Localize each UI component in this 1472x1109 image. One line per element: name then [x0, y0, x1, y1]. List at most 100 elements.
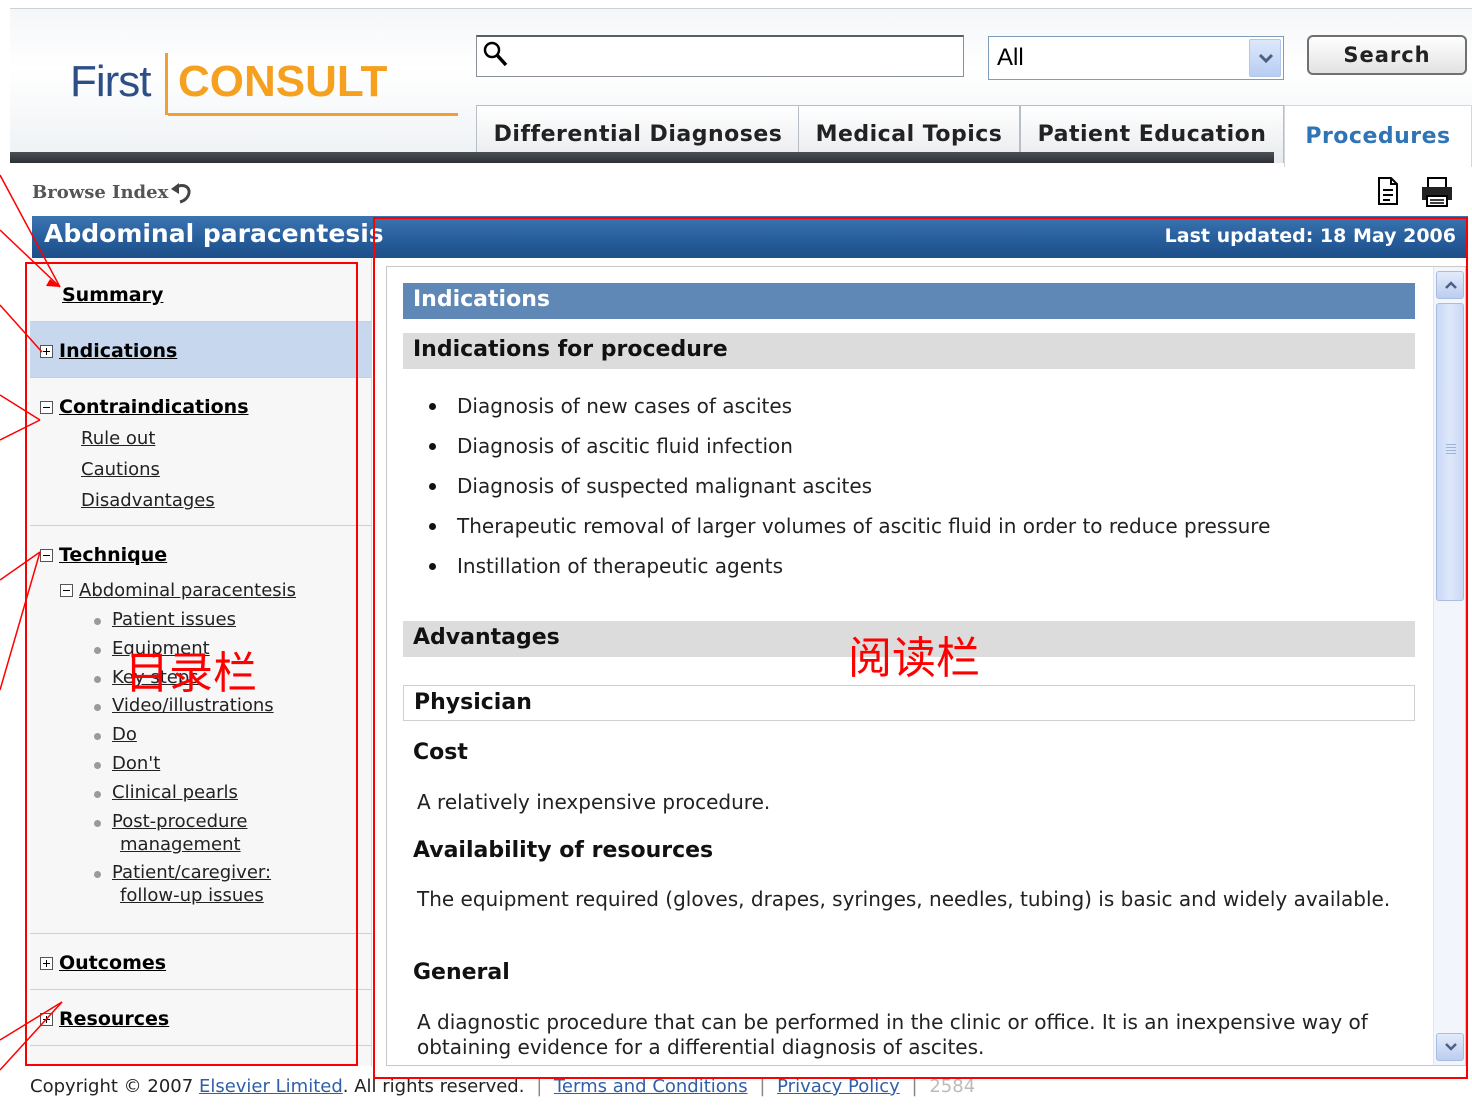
footer-separator: | [536, 1076, 543, 1097]
toc-disadvantages-link[interactable]: Disadvantages [81, 490, 215, 511]
toc-section-technique: Technique Abdominal paracentesis Patient… [30, 526, 372, 934]
toc-dont-link[interactable]: Don't [112, 752, 160, 775]
page-tools [1376, 176, 1454, 208]
toc-resources-link[interactable]: Resources [59, 1008, 169, 1030]
toc-technique[interactable]: Technique [40, 544, 167, 566]
footer-separator: | [759, 1076, 766, 1097]
scope-select-value: All [997, 44, 1024, 71]
toc-cautions-link[interactable]: Cautions [81, 459, 160, 480]
toc-contraindications[interactable]: Contraindications [40, 396, 249, 418]
toc-contraindications-link[interactable]: Contraindications [59, 396, 249, 418]
elsevier-link[interactable]: Elsevier Limited [199, 1076, 343, 1097]
toc-indications-link[interactable]: Indications [59, 340, 177, 362]
rights-text: . All rights reserved. [342, 1076, 525, 1097]
back-arrow-icon [171, 183, 191, 204]
reading-pane[interactable]: Indications Indications for procedure Di… [386, 266, 1466, 1066]
section-heading: Indications [403, 283, 1415, 319]
last-updated: Last updated: 18 May 2006 [1164, 225, 1456, 247]
search-box[interactable] [476, 35, 964, 77]
scroll-up-button[interactable] [1436, 271, 1464, 299]
grip-icon [1446, 444, 1456, 456]
list-item: Diagnosis of ascitic fluid infection [427, 433, 1270, 473]
bullet-icon [94, 733, 101, 740]
toc-caregiver-link[interactable]: Patient/caregiver: [112, 861, 271, 884]
cost-heading: Cost [413, 740, 468, 765]
toc-section-summary: Summary [30, 258, 372, 322]
list-item: Instillation of therapeutic agents [427, 553, 1270, 593]
bullet-icon [94, 676, 101, 683]
availability-heading: Availability of resources [413, 838, 714, 863]
toc-video-illustrations-link[interactable]: Video/illustrations [112, 694, 274, 717]
bullet-icon [94, 704, 101, 711]
browse-index-link[interactable]: Browse Index [32, 180, 194, 204]
scope-select[interactable]: All [988, 36, 1284, 80]
availability-text: The equipment required (gloves, drapes, … [417, 887, 1391, 911]
toc-sidebar: Summary Indications Contraindications Ru… [30, 258, 372, 1066]
privacy-link[interactable]: Privacy Policy [777, 1076, 900, 1097]
toc-caregiver-link-cont[interactable]: follow-up issues [120, 884, 264, 907]
toc-indications[interactable]: Indications [40, 340, 177, 362]
printer-icon[interactable] [1420, 176, 1454, 208]
vertical-scrollbar[interactable] [1433, 267, 1465, 1065]
physician-heading: Physician [403, 685, 1415, 721]
browse-index-label: Browse Index [32, 181, 169, 203]
bullet-icon [94, 647, 101, 654]
toc-post-procedure-link-cont[interactable]: management [120, 833, 241, 856]
toc-key-steps-link[interactable]: Key steps [112, 666, 199, 689]
toc-rule-out-link[interactable]: Rule out [81, 428, 155, 449]
toc-abdominal-paracentesis-link[interactable]: Abdominal paracentesis [79, 580, 296, 601]
scroll-down-button[interactable] [1436, 1033, 1464, 1061]
list-item: Therapeutic removal of larger volumes of… [427, 513, 1270, 553]
scroll-thumb[interactable] [1436, 303, 1464, 601]
expand-icon[interactable] [40, 344, 53, 358]
toc-outcomes[interactable]: Outcomes [40, 952, 166, 974]
collapse-icon[interactable] [40, 548, 53, 562]
toc-summary-link[interactable]: Summary [62, 284, 163, 306]
footer: Copyright © 2007 Elsevier Limited. All r… [30, 1076, 975, 1097]
bullet-icon [94, 791, 101, 798]
document-icon[interactable] [1376, 176, 1400, 206]
bullet-icon [94, 618, 101, 625]
expand-icon[interactable] [40, 956, 53, 970]
toc-equipment-link[interactable]: Equipment [112, 637, 210, 660]
header-divider [10, 152, 1274, 163]
terms-link[interactable]: Terms and Conditions [554, 1076, 748, 1097]
app-window: First CONSULT All Search Differential Di… [0, 0, 1472, 1109]
toc-outcomes-link[interactable]: Outcomes [59, 952, 166, 974]
page-title: Abdominal paracentesis [44, 219, 384, 248]
toc-section-resources: Resources [30, 990, 372, 1046]
toc-patient-issues-link[interactable]: Patient issues [112, 608, 236, 631]
collapse-icon[interactable] [60, 584, 73, 597]
toc-post-procedure-link[interactable]: Post-procedure [112, 810, 247, 833]
search-button[interactable]: Search [1307, 35, 1467, 75]
logo-underline [168, 113, 458, 116]
general-text: A diagnostic procedure that can be perfo… [417, 1010, 1368, 1059]
footer-separator: | [911, 1076, 918, 1097]
list-item: Diagnosis of suspected malignant ascites [427, 473, 1270, 513]
toc-resources[interactable]: Resources [40, 1008, 169, 1030]
expand-icon[interactable] [40, 1012, 53, 1026]
logo-divider [165, 53, 168, 115]
bullet-icon [94, 762, 101, 769]
indications-heading: Indications for procedure [403, 333, 1415, 369]
dropdown-arrow-icon[interactable] [1249, 39, 1281, 77]
toc-section-outcomes: Outcomes [30, 934, 372, 990]
logo-first: First [70, 57, 152, 106]
cost-text: A relatively inexpensive procedure. [417, 790, 771, 814]
collapse-icon[interactable] [40, 400, 53, 414]
magnifier-icon [483, 41, 508, 67]
copyright-text: Copyright © 2007 [30, 1076, 194, 1097]
toc-do-link[interactable]: Do [112, 723, 137, 746]
toc-abdominal-paracentesis[interactable]: Abdominal paracentesis [60, 580, 296, 601]
bullet-icon [94, 871, 101, 878]
toc-clinical-pearls-link[interactable]: Clinical pearls [112, 781, 238, 804]
search-input[interactable] [511, 41, 951, 71]
general-heading: General [413, 960, 510, 985]
advantages-heading: Advantages [403, 621, 1415, 657]
page-code: 2584 [929, 1076, 976, 1097]
toc-technique-link[interactable]: Technique [59, 544, 167, 566]
bullet-icon [94, 820, 101, 827]
tab-procedures[interactable]: Procedures [1284, 105, 1472, 167]
header: First CONSULT All Search Differential Di… [10, 8, 1472, 167]
toc-section-indications: Indications [30, 322, 372, 378]
